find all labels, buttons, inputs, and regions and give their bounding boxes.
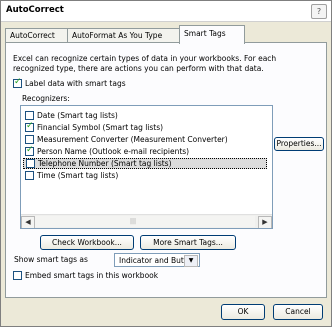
help-button[interactable]: ? — [311, 4, 327, 19]
ok-button[interactable]: OK — [221, 304, 265, 320]
scroll-left-icon[interactable]: ◀ — [21, 216, 35, 228]
more-smart-tags-button[interactable]: More Smart Tags... — [140, 235, 236, 250]
tab-smart-tags[interactable]: Smart Tags — [179, 25, 245, 44]
scroll-thumb[interactable]: ||| — [35, 216, 255, 227]
autocorrect-dialog: AutoCorrect ? AutoCorrect AutoFormat As … — [0, 0, 332, 327]
list-item[interactable]: Measurement Converter (Measurement Conve… — [25, 134, 228, 145]
recognizer-checkbox[interactable] — [25, 121, 34, 132]
smart-tags-panel: Excel can recognize certain types of dat… — [5, 42, 327, 298]
cancel-button[interactable]: Cancel — [273, 304, 323, 320]
label-data-option[interactable]: Label data with smart tags — [13, 77, 126, 88]
recognizer-label: Time (Smart tag lists) — [37, 171, 119, 180]
list-item[interactable]: Date (Smart tag lists) — [25, 110, 118, 121]
recognizer-checkbox[interactable] — [25, 111, 34, 120]
label-data-text: Label data with smart tags — [25, 79, 126, 88]
recognizer-checkbox[interactable] — [25, 135, 34, 144]
description-text: Excel can recognize certain types of dat… — [13, 54, 277, 73]
label-data-checkbox[interactable] — [13, 77, 22, 88]
list-item[interactable]: Person Name (Outlook e-mail recipients) — [25, 145, 190, 157]
embed-checkbox[interactable] — [13, 271, 22, 280]
recognizers-list[interactable]: Date (Smart tag lists) Financial Symbol … — [20, 105, 273, 229]
scroll-grip-icon: ||| — [130, 218, 137, 225]
recognizer-checkbox[interactable] — [25, 171, 34, 180]
recognizer-label: Person Name (Outlook e-mail recipients) — [37, 147, 190, 156]
title-bar: AutoCorrect ? — [1, 1, 331, 22]
tab-autocorrect[interactable]: AutoCorrect — [5, 28, 73, 43]
recognizer-label: Financial Symbol (Smart tag lists) — [37, 123, 164, 132]
recognizer-checkbox[interactable] — [26, 159, 35, 168]
chevron-down-icon[interactable]: ▼ — [184, 255, 198, 267]
show-as-select[interactable]: Indicator and Button ▼ — [114, 253, 200, 267]
embed-text: Embed smart tags in this workbook — [25, 271, 159, 280]
check-workbook-button[interactable]: Check Workbook... — [40, 235, 134, 250]
scroll-right-icon[interactable]: ▶ — [258, 216, 272, 228]
horizontal-scrollbar[interactable]: ◀ ||| ▶ — [21, 214, 272, 228]
list-item[interactable]: Time (Smart tag lists) — [25, 170, 118, 181]
recognizers-label: Recognizers: — [22, 94, 70, 103]
list-item[interactable]: Financial Symbol (Smart tag lists) — [25, 121, 164, 133]
recognizer-label: Measurement Converter (Measurement Conve… — [37, 135, 228, 144]
recognizer-checkbox[interactable] — [25, 145, 34, 156]
show-as-label: Show smart tags as — [14, 255, 88, 264]
embed-option[interactable]: Embed smart tags in this workbook — [13, 271, 158, 280]
dialog-title: AutoCorrect — [6, 5, 64, 15]
recognizer-label: Telephone Number (Smart tag lists) — [38, 159, 172, 168]
tab-autoformat-as-you-type[interactable]: AutoFormat As You Type — [67, 28, 185, 43]
list-item-selected[interactable]: Telephone Number (Smart tag lists) — [23, 158, 267, 169]
recognizer-label: Date (Smart tag lists) — [37, 111, 118, 120]
properties-button[interactable]: Properties... — [274, 137, 324, 151]
